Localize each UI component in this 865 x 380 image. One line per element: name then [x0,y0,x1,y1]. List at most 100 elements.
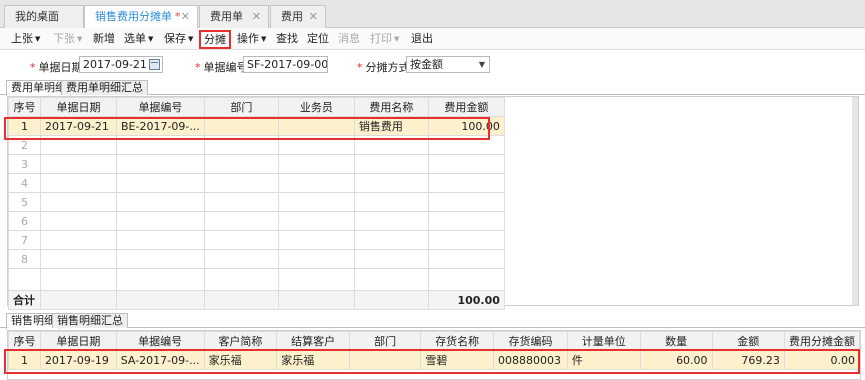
next-label: 下张 [53,32,75,45]
prev-button[interactable]: 上张 ▼ [11,31,40,48]
column-header[interactable]: 客户简称 [203,331,278,351]
column-header[interactable]: 部门 [203,97,279,117]
next-button[interactable]: 下张 ▼ [53,31,82,48]
table-row[interactable]: 1 2017-09-19 SA-2017-09-... 家乐福 家乐福 雪碧 0… [8,350,861,370]
table-row[interactable]: 2 [8,135,505,155]
number-field[interactable]: SF-2017-09-0001 [243,56,328,73]
column-header[interactable]: 部门 [348,331,422,351]
message-button[interactable]: 消息 [338,31,360,48]
tab-sales-summary[interactable]: 销售明细汇总 [52,313,128,328]
cell-expense-name[interactable]: 销售费用 [353,116,429,136]
exit-label: 退出 [411,32,433,45]
method-value: 按金额 [410,58,443,71]
cell-no[interactable]: 1 [8,350,41,370]
close-icon[interactable]: ✕ [252,6,261,27]
column-header[interactable]: 结算客户 [276,331,350,351]
tab-sales-expense-allocation[interactable]: 销售费用分摊单 * ✕ [84,5,198,29]
chevron-down-icon: ▼ [148,35,154,43]
cell-date[interactable]: 2017-09-19 [39,350,117,370]
expense-subtabs: 费用单明细 费用单明细汇总 [0,80,865,96]
cell-no[interactable]: 5 [8,192,41,212]
new-label: 新增 [93,32,115,45]
table-row[interactable]: 4 [8,173,505,193]
cell-no[interactable]: 3 [8,154,41,174]
chevron-down-icon: ▼ [261,35,267,43]
cell-qty[interactable]: 60.00 [639,350,713,370]
tab-expense[interactable]: 费用 ✕ [270,5,326,28]
column-header[interactable]: 计量单位 [566,331,641,351]
cell-unit[interactable]: 件 [566,350,641,370]
date-label-text: 单据日期 [38,61,83,74]
cell-number[interactable]: BE-2017-09-... [116,116,205,136]
locate-button[interactable]: 定位 [307,31,329,48]
column-header[interactable]: 存货名称 [420,331,495,351]
table-row[interactable]: 5 [8,192,505,212]
column-header[interactable]: 序号 [8,331,41,351]
chevron-down-icon: ▼ [478,60,485,69]
vertical-scrollbar[interactable] [852,97,858,305]
exit-button[interactable]: 退出 [411,31,433,48]
table-row[interactable]: 3 [8,154,505,174]
date-field[interactable]: 2017-09-21 [79,56,163,73]
column-header[interactable]: 单据编号 [116,97,205,117]
column-header[interactable]: 费用金额 [427,97,505,117]
table-row[interactable]: 7 [8,230,505,250]
cell-settle-customer[interactable]: 家乐福 [276,350,350,370]
find-button[interactable]: 查找 [276,31,298,48]
close-icon[interactable]: ✕ [181,6,190,27]
method-label: * 分摊方式 [357,59,410,75]
table-row[interactable]: 1 2017-09-21 BE-2017-09-... 销售费用 100.00 [8,116,505,136]
prev-label: 上张 [11,32,33,45]
cell-alloc-amount[interactable]: 0.00 [783,350,861,370]
column-header[interactable]: 数量 [639,331,713,351]
cell-dept[interactable] [203,116,279,136]
cell-amount[interactable]: 100.00 [427,116,505,136]
cell-date[interactable]: 2017-09-21 [40,116,117,136]
column-header[interactable]: 费用名称 [353,97,429,117]
tab-expense-summary[interactable]: 费用单明细汇总 [61,80,148,95]
tab-label: 销售费用分摊单 [95,10,172,23]
number-label-text: 单据编号 [203,61,248,74]
chevron-down-icon: ▼ [394,35,400,43]
tab-my-desktop[interactable]: 我的桌面 [4,5,84,28]
cell-no[interactable]: 2 [8,135,41,155]
cell-customer[interactable]: 家乐福 [203,350,278,370]
column-header[interactable]: 业务员 [277,97,355,117]
cell-no[interactable]: 6 [8,211,41,231]
close-icon[interactable]: ✕ [309,6,318,27]
method-select[interactable]: 按金额 ▼ [406,56,490,73]
cell-salesman[interactable] [277,116,355,136]
column-header[interactable]: 单据编号 [115,331,205,351]
tab-label: 费用单明细汇总 [66,81,143,94]
column-header[interactable]: 存货编码 [493,331,568,351]
save-button[interactable]: 保存 ▼ [164,31,193,48]
select-bill-button[interactable]: 选单 ▼ [124,31,153,48]
save-label: 保存 [164,32,186,45]
print-button[interactable]: 打印 ▼ [370,31,399,48]
cell-dept[interactable] [348,350,422,370]
cell-no[interactable]: 1 [8,116,41,136]
cell-no[interactable]: 4 [8,173,41,193]
table-row[interactable]: 6 [8,211,505,231]
table-row[interactable]: 8 [8,249,505,269]
tab-expense-bill[interactable]: 费用单 ✕ [199,5,269,28]
column-header[interactable]: 费用分摊金额 [783,331,861,351]
column-header[interactable]: 单据日期 [40,97,117,117]
new-button[interactable]: 新增 [93,31,115,48]
operate-button[interactable]: 操作 ▼ [237,31,266,48]
cell-item-name[interactable]: 雪碧 [420,350,495,370]
cell-number[interactable]: SA-2017-09-... [115,350,205,370]
method-label-text: 分摊方式 [365,61,410,74]
tab-label: 销售明细汇总 [57,314,123,327]
allocate-button[interactable]: 分摊 [199,30,231,49]
column-header[interactable]: 单据日期 [39,331,117,351]
number-value: SF-2017-09-0001 [247,58,328,71]
column-header[interactable]: 序号 [8,97,41,117]
column-header[interactable]: 金额 [711,331,785,351]
cell-amount[interactable]: 769.23 [711,350,785,370]
calendar-icon[interactable] [149,59,160,70]
cell-item-code[interactable]: 008880003 [493,350,568,370]
total-amount: 100.00 [427,290,505,310]
cell-no[interactable]: 8 [8,249,41,269]
cell-no[interactable]: 7 [8,230,41,250]
